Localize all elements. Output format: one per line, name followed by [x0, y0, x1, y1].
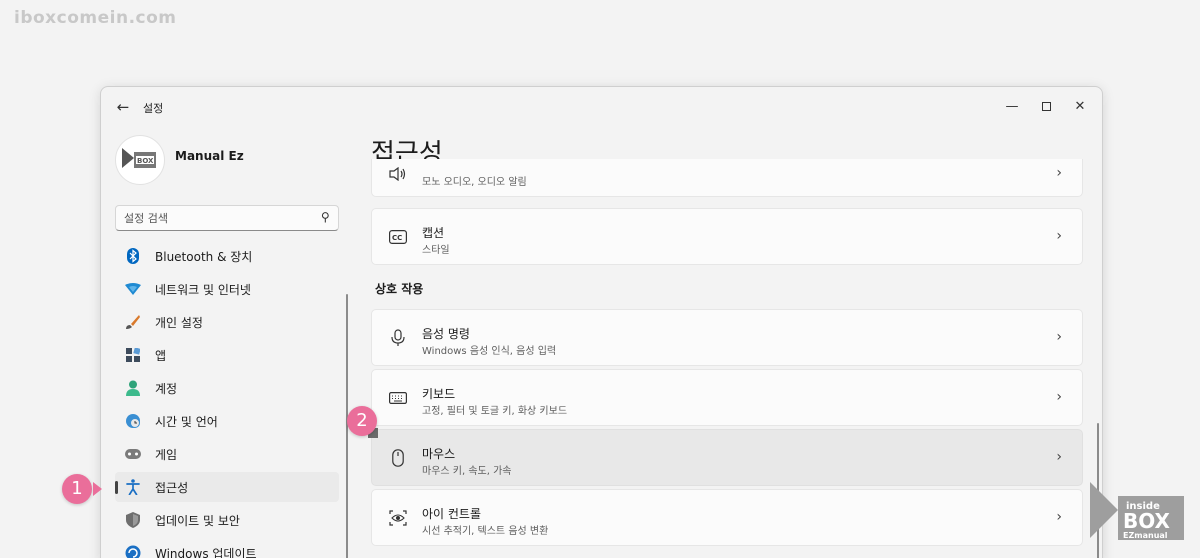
- mouse-icon: [388, 449, 408, 467]
- sidebar-item-personalization[interactable]: 개인 설정: [115, 307, 339, 337]
- sidebar-item-accessibility[interactable]: 접근성: [115, 472, 339, 502]
- step-badge-2: 2: [347, 406, 377, 436]
- audio-card[interactable]: 모노 오디오, 오디오 알림 ›: [371, 159, 1083, 197]
- speaker-icon: [388, 165, 408, 183]
- card-subtitle: 시선 추적기, 텍스트 음성 변환: [422, 526, 549, 537]
- settings-content: 모노 오디오, 오디오 알림 › CC 캡션 스타일 › 상호 작용 음성 명령…: [371, 159, 1083, 558]
- voice-access-card[interactable]: 음성 명령 Windows 음성 인식, 음성 입력 ›: [371, 309, 1083, 366]
- svg-text:BOX: BOX: [137, 157, 154, 165]
- sidebar-item-windows-update[interactable]: Windows 업데이트: [115, 538, 339, 558]
- account-icon: [125, 380, 141, 396]
- settings-search[interactable]: ⚲: [115, 205, 339, 231]
- sidebar-item-label: 업데이트 및 보안: [155, 513, 240, 528]
- mouse-card[interactable]: 마우스 마우스 키, 속도, 가속 ›: [371, 429, 1083, 486]
- app-title: 설정: [143, 102, 164, 115]
- back-arrow-icon[interactable]: ←: [113, 97, 133, 117]
- sidebar-item-network[interactable]: 네트워크 및 인터넷: [115, 274, 339, 304]
- sidebar-item-label: 시간 및 언어: [155, 414, 218, 429]
- svg-text:EZmanual: EZmanual: [1123, 531, 1168, 540]
- brush-icon: [125, 314, 141, 330]
- title-bar: ← 설정 — ✕: [101, 87, 1102, 127]
- card-title: 캡션: [422, 226, 445, 240]
- captions-card[interactable]: CC 캡션 스타일 ›: [371, 208, 1083, 265]
- profile-area[interactable]: BOX Manual Ez: [115, 135, 244, 185]
- svg-text:BOX: BOX: [1123, 509, 1171, 533]
- sidebar-item-label: 접근성: [155, 480, 189, 495]
- sidebar-item-update-security[interactable]: 업데이트 및 보안: [115, 505, 339, 535]
- sidebar-item-label: 계정: [155, 381, 178, 396]
- section-heading-interaction: 상호 작용: [375, 282, 424, 296]
- search-icon[interactable]: ⚲: [321, 210, 330, 224]
- card-subtitle: 스타일: [422, 245, 450, 256]
- box-logo-icon: BOX: [122, 148, 156, 168]
- chevron-right-icon: ›: [1056, 509, 1062, 525]
- sidebar-item-gaming[interactable]: 게임: [115, 439, 339, 469]
- card-title: 음성 명령: [422, 327, 470, 341]
- card-subtitle: Windows 음성 인식, 음성 입력: [422, 346, 557, 357]
- search-input[interactable]: [116, 206, 306, 230]
- card-title: 마우스: [422, 447, 456, 461]
- step-badge-1: 1: [62, 474, 92, 504]
- keyboard-icon: [388, 389, 408, 407]
- sidebar-item-label: 네트워크 및 인터넷: [155, 282, 251, 297]
- chevron-right-icon: ›: [1056, 329, 1062, 345]
- avatar: BOX: [115, 135, 165, 185]
- settings-window: ← 설정 — ✕ BOX Manual Ez ⚲ Bluetooth & 장치: [100, 86, 1103, 558]
- eye-control-card[interactable]: 아이 컨트롤 시선 추적기, 텍스트 음성 변환 ›: [371, 489, 1083, 546]
- globe-icon: [125, 413, 141, 429]
- keyboard-card[interactable]: 키보드 고정, 필터 및 토글 키, 화상 키보드 ›: [371, 369, 1083, 426]
- close-button[interactable]: ✕: [1066, 93, 1094, 121]
- chevron-right-icon: ›: [1056, 165, 1062, 181]
- eye-control-icon: [388, 509, 408, 527]
- sidebar-item-label: Windows 업데이트: [155, 546, 257, 558]
- accessibility-icon: [125, 479, 141, 495]
- step-arrow-1: [93, 482, 102, 496]
- sidebar-item-bluetooth[interactable]: Bluetooth & 장치: [115, 241, 339, 271]
- bluetooth-icon: [125, 248, 141, 264]
- sidebar-item-label: 게임: [155, 447, 178, 462]
- chevron-right-icon: ›: [1056, 449, 1062, 465]
- card-subtitle: 모노 오디오, 오디오 알림: [422, 177, 527, 188]
- wifi-icon: [125, 281, 141, 297]
- sidebar-item-label: 앱: [155, 348, 167, 363]
- card-title: 아이 컨트롤: [422, 507, 482, 521]
- apps-icon: [125, 347, 141, 363]
- shield-icon: [125, 512, 141, 528]
- chevron-right-icon: ›: [1056, 228, 1062, 244]
- cc-icon: CC: [388, 228, 408, 246]
- sidebar-item-label: Bluetooth & 장치: [155, 249, 253, 264]
- profile-name: Manual Ez: [175, 149, 244, 163]
- svg-text:CC: CC: [392, 234, 402, 242]
- maximize-button[interactable]: [1032, 93, 1060, 121]
- chevron-right-icon: ›: [1056, 389, 1062, 405]
- gamepad-icon: [125, 446, 141, 462]
- card-subtitle: 마우스 키, 속도, 가속: [422, 466, 512, 477]
- maximize-icon: [1041, 102, 1051, 111]
- sidebar-item-label: 개인 설정: [155, 315, 203, 330]
- minimize-button[interactable]: —: [998, 93, 1026, 121]
- sidebar-item-apps[interactable]: 앱: [115, 340, 339, 370]
- microphone-icon: [388, 329, 408, 347]
- sidebar-item-accounts[interactable]: 계정: [115, 373, 339, 403]
- site-watermark: iboxcomein.com: [14, 8, 177, 28]
- card-subtitle: 고정, 필터 및 토글 키, 화상 키보드: [422, 406, 568, 417]
- card-title: 키보드: [422, 387, 456, 401]
- sidebar-item-time-language[interactable]: 시간 및 언어: [115, 406, 339, 436]
- sidebar-nav: Bluetooth & 장치 네트워크 및 인터넷 개인 설정 앱 계정 시간 …: [115, 241, 339, 558]
- insidebox-logo: inside BOX EZmanual: [1090, 482, 1184, 540]
- update-icon: [125, 545, 141, 558]
